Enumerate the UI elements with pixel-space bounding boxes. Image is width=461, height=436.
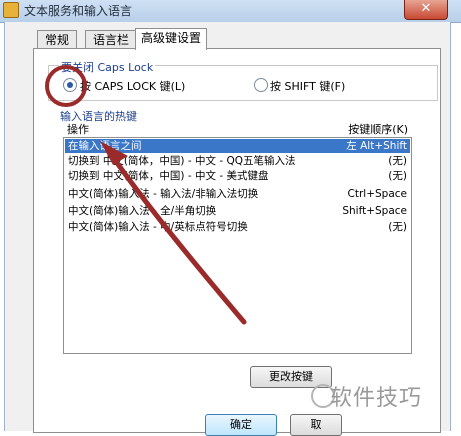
annotation-arrow-head — [100, 141, 128, 165]
annotation-circle — [45, 65, 87, 107]
watermark-text: 软件技巧 — [330, 386, 423, 411]
annotation-arrow-shaft — [107, 150, 247, 325]
annotation-overlay — [45, 65, 247, 325]
